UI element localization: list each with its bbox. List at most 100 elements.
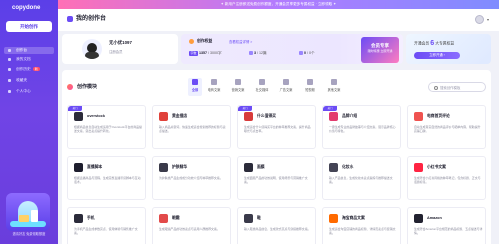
words-tag: 字数: [189, 50, 199, 56]
sidebar-item-favorites[interactable]: 收藏夹: [4, 77, 54, 84]
tool-icon: [244, 112, 253, 121]
tool-card[interactable]: 黄金搜店输入商品关键词，快速生成适合搜索推荐的标题与卖点描述。: [152, 105, 231, 149]
tool-description: 一键生成专业的品牌故事与介绍文案，展示品牌核心价值与特色。: [329, 125, 396, 134]
tool-name: 黄金搜店: [172, 114, 188, 118]
avatar[interactable]: [475, 15, 484, 24]
tool-description: 自动生成真实自然的商品评价与晒单内容，帮助提升店铺口碑。: [414, 125, 481, 134]
tab-marketing[interactable]: 营销文案: [231, 78, 245, 96]
sidebar-item-workbench[interactable]: 创作台: [4, 47, 54, 54]
tool-icon: [414, 163, 423, 172]
stat-docs: 0 / 0个: [299, 49, 315, 57]
tool-description: 输入商品关键词，快速生成适合搜索推荐的标题与卖点描述。: [159, 125, 226, 134]
star-icon: [8, 78, 12, 83]
document-icon: [8, 57, 12, 62]
tool-card[interactable]: 鞋输入鞋类商品信息，生成款式亮点与穿搭推荐文案。: [237, 207, 316, 244]
tool-description: 为护肤类产品生成成分功效介绍与种草推荐文案。: [159, 176, 223, 180]
tool-name: 眼霜: [172, 216, 180, 220]
tool-description: 为手机产品生成参数亮点、使用体验与销售推广文案。: [74, 227, 138, 236]
tool-card[interactable]: 品牌介绍 一键生成专业的品牌故事与介绍文案，展示品牌核心价值与特色。 热门: [322, 105, 401, 149]
stats-detail-link[interactable]: 查看权益详情 >: [229, 39, 252, 44]
cart-icon: [211, 79, 217, 85]
tool-description: 生成适合什么值得买平台的种草推荐文案，提升商品曝光与点击率。: [244, 125, 311, 134]
tab-other[interactable]: 其他文案: [327, 78, 341, 96]
user-level: 注册会员: [109, 50, 123, 54]
tab-all[interactable]: 全部: [188, 78, 202, 96]
tab-ecommerce[interactable]: 电商文案: [207, 78, 221, 96]
tab-short-video[interactable]: 短视频: [303, 78, 317, 96]
sidebar-item-profile[interactable]: 个人中心: [4, 88, 54, 95]
tool-card[interactable]: 护肤精华为护肤类产品生成成分功效介绍与种草推荐文案。: [152, 156, 231, 200]
stat-projects: 3 / 12篇: [249, 49, 267, 57]
user-avatar[interactable]: [82, 39, 102, 59]
video-icon: [307, 79, 313, 85]
tool-name: 护肤精华: [172, 165, 188, 169]
start-creating-button[interactable]: 开始创作: [6, 21, 52, 32]
tool-card[interactable]: 什么值得买生成适合什么值得买平台的种草推荐文案，提升商品曝光与点击率。 热门: [237, 105, 316, 149]
vip-open-button[interactable]: 立即开通 ›: [414, 52, 460, 59]
user-name: 无小优1097: [109, 40, 132, 45]
tool-name: 手机: [87, 216, 95, 220]
tool-name: 淘宝商品文案: [342, 216, 365, 220]
tool-name: 电商首页评论: [427, 114, 450, 118]
tool-icon: [414, 214, 423, 223]
announcement-bar[interactable]: ✦ 新用户注册即送免费创作额度，开通会员享更多专属权益 · 立即领取 ✦: [58, 0, 499, 9]
sidebar-illustration: [6, 193, 50, 231]
tool-card[interactable]: 直播脚本根据直播商品与流程，生成完整直播带货脚本与互动话术。: [67, 156, 146, 200]
tool-icon: [74, 163, 83, 172]
tab-ads[interactable]: 广告文案: [279, 78, 293, 96]
chat-icon: [259, 79, 265, 85]
tool-description: 根据直播商品与流程，生成完整直播带货脚本与互动话术。: [74, 176, 141, 185]
module-icon: [67, 84, 73, 90]
tool-description: 输入鞋类商品信息，生成款式亮点与穿搭推荐文案。: [244, 227, 311, 231]
sidebar-item-history[interactable]: 创作历史新: [4, 66, 54, 73]
tool-card[interactable]: 淘宝商品文案生成适合淘宝店铺的商品标题、详情页卖点与促销文案。: [322, 207, 401, 244]
tool-description: 根据商品信息自动生成适用于Overstock平台的商品描述文案，突出卖点提升转化…: [74, 125, 142, 134]
sidebar-item-documents[interactable]: 我的文档: [4, 56, 54, 63]
chevron-down-icon[interactable]: ▾: [487, 17, 489, 22]
tool-icon: [329, 112, 338, 121]
more-icon: [331, 79, 337, 85]
user-icon: [8, 89, 12, 94]
sidebar-caption: 邀请好友 免费领取额度: [12, 232, 46, 236]
file-icon: [249, 51, 253, 56]
stat-words: 字数 1357 / 3000字: [189, 50, 222, 56]
tool-name: overstock: [87, 114, 105, 118]
tool-icon: [244, 163, 253, 172]
megaphone-icon: [235, 79, 241, 85]
hot-badge: 热门: [323, 106, 337, 111]
tool-card[interactable]: 化妆水 输入产品信息，生成化妆水卖点提炼与推荐描述文案。: [322, 156, 401, 200]
tool-icon: [329, 163, 338, 172]
tool-icon: [329, 214, 338, 223]
tool-description: 生成面膜产品的功效说明、使用场景与营销推广文案。: [244, 176, 308, 185]
template-search[interactable]: [428, 82, 486, 92]
tool-card[interactable]: 手机为手机产品生成参数亮点、使用体验与销售推广文案。: [67, 207, 146, 244]
tool-name: 什么值得买: [257, 114, 276, 118]
tool-name: 鞋: [257, 216, 261, 220]
tool-description: 生成符合Amazon平台规范的商品标题、五点描述与详情。: [414, 227, 483, 236]
workbench-icon: [8, 48, 12, 53]
tool-card[interactable]: 小红书文案生成符合小红书风格的种草笔记，包含标题、正文与话题标签。: [407, 156, 486, 200]
tool-card[interactable]: 眼霜 生成眼霜产品的功效卖点与适用人群推荐文案。: [152, 207, 231, 244]
tool-description: 生成适合淘宝店铺的商品标题、详情页卖点与促销文案。: [329, 227, 396, 236]
tool-name: 面膜: [257, 165, 265, 169]
tool-card[interactable]: 电商首页评论自动生成真实自然的商品评价与晒单内容，帮助提升店铺口碑。: [407, 105, 486, 149]
page-header: 我的创作台 ▾: [58, 9, 499, 31]
user-card: 无小优1097 注册会员: [62, 34, 178, 64]
search-input[interactable]: [440, 84, 484, 92]
sidebar: copydone 开始创作 创作台 我的文档 创作历史新 收藏夹 个人中心 邀请…: [0, 0, 58, 244]
tool-description: 生成符合小红书风格的种草笔记，包含标题、正文与话题标签。: [414, 176, 481, 185]
tool-card[interactable]: overstock 根据商品信息自动生成适用于Overstock平台的商品描述文案…: [67, 105, 146, 149]
tool-name: 小红书文案: [427, 165, 446, 169]
new-badge: 新: [32, 67, 40, 72]
search-icon: [434, 86, 438, 90]
tool-icon: [244, 214, 253, 223]
tool-icon: [159, 112, 168, 121]
tool-card[interactable]: 面膜生成面膜产品的功效说明、使用场景与营销推广文案。: [237, 156, 316, 200]
tab-social[interactable]: 社交媒体: [255, 78, 269, 96]
hot-badge: 热门: [238, 106, 252, 111]
promo-banner[interactable]: 会员专享 限时特惠 立即开通: [361, 37, 399, 63]
hot-badge: 热门: [68, 106, 82, 111]
tool-card[interactable]: Amazon 生成符合Amazon平台规范的商品标题、五点描述与详情。: [407, 207, 486, 244]
tool-name: 直播脚本: [87, 165, 103, 169]
vip-text: 开通会员 6 大专属权益: [414, 40, 455, 47]
